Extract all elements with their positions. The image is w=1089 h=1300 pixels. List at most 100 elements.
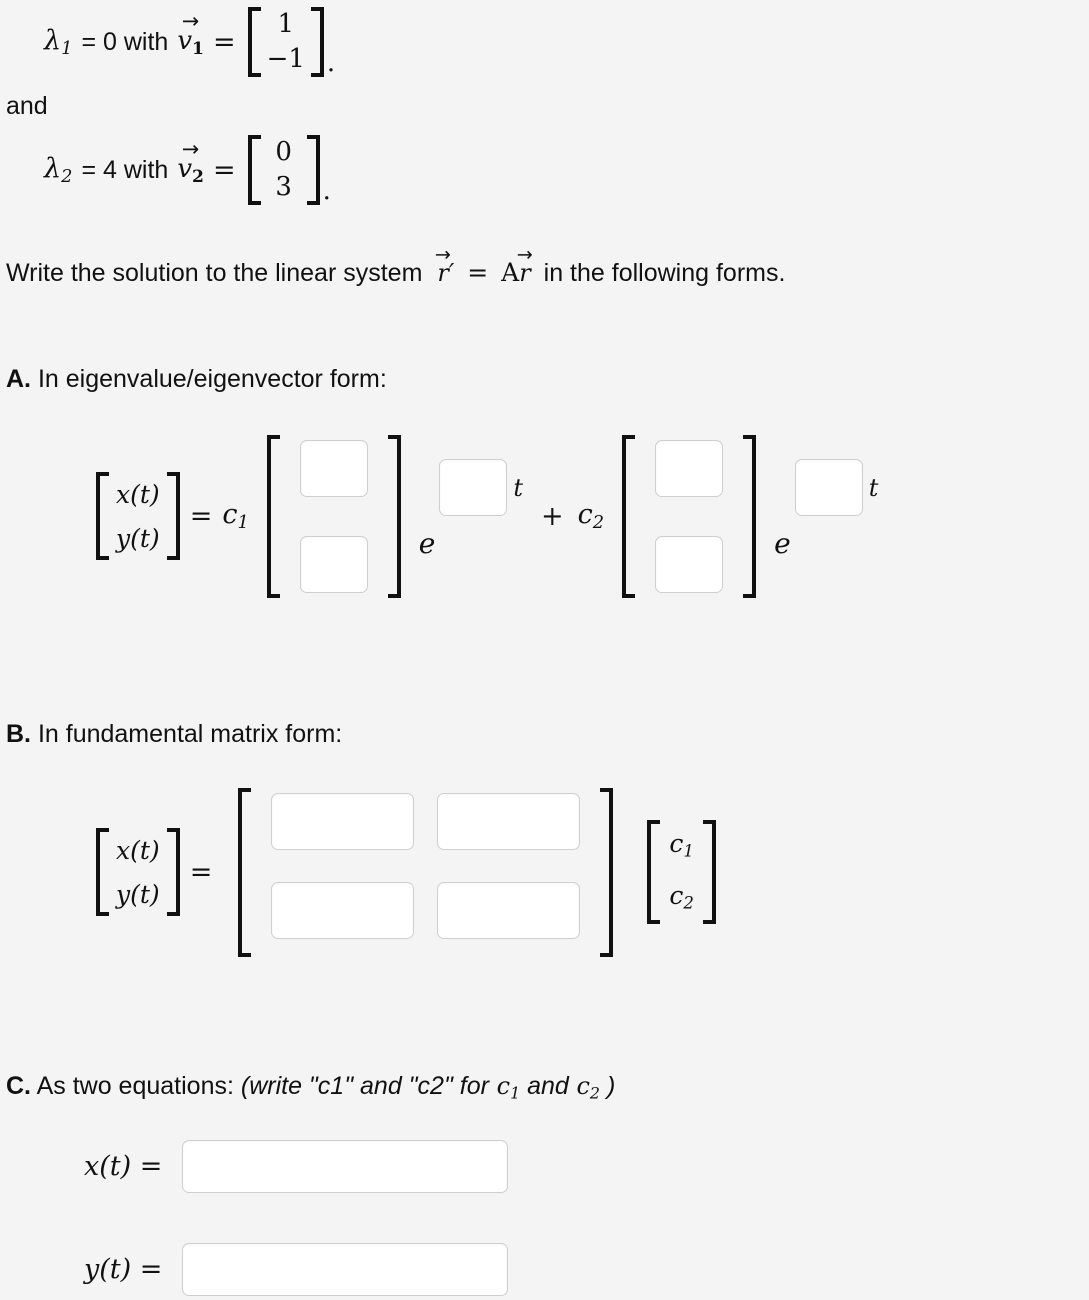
- equation-y-label: y(t) =: [84, 1254, 163, 1285]
- exponent2-t-variable: t: [868, 473, 879, 502]
- vector-arrow-icon: →: [181, 8, 199, 33]
- bracket-left-icon: [238, 787, 252, 957]
- section-c-c1-sub: 1: [510, 1083, 521, 1103]
- e-base-letter-1: e: [418, 527, 436, 560]
- eigen-equals-2: =: [212, 154, 236, 186]
- eigen-equals-1: =: [212, 26, 236, 58]
- section-c-close-paren: ): [600, 1072, 615, 1100]
- matrix-blank-r1c1[interactable]: [271, 792, 415, 850]
- eigenvector-blank-column-1: [266, 434, 401, 598]
- vector2-blank-bottom[interactable]: [655, 535, 724, 593]
- prompt-equals: =: [467, 258, 489, 287]
- section-a-plus: +: [541, 500, 564, 532]
- section-b-equals: =: [189, 856, 213, 888]
- eigenvalue-index-1: 1: [61, 37, 73, 59]
- bracket-right-icon: [166, 472, 180, 560]
- bracket-left-icon: [96, 828, 109, 916]
- eigenvector-1-entry-0: 1: [277, 8, 295, 39]
- bracket-left-icon: [96, 472, 109, 560]
- bracket-right-icon: [306, 135, 320, 205]
- exponential-term-1: e t: [419, 456, 523, 576]
- vector-arrow-icon: →: [516, 243, 533, 267]
- bracket-right-icon: [387, 434, 401, 598]
- equation-x-label: x(t) =: [84, 1151, 163, 1182]
- eigenvalue-list: λ1 = 0 with → v1 = 1 −1 . and λ2 = 4 with…: [0, 0, 1089, 212]
- constant-c1-letter: c: [669, 829, 684, 859]
- exponential-term-2: e t: [774, 456, 878, 576]
- eigenvector-blank-column-2: [622, 434, 757, 598]
- equation-x-input[interactable]: [182, 1140, 508, 1193]
- eigenvector-1-entry-1: −1: [266, 43, 305, 74]
- equation-row-y: y(t) =: [84, 1243, 508, 1296]
- constant-c1-sub: 1: [683, 842, 694, 862]
- exponent-group-2: t: [794, 459, 879, 516]
- bracket-right-icon: [310, 7, 324, 77]
- eigenvector-column-1: 1 −1: [247, 7, 324, 77]
- vector-arrow-icon: →: [181, 136, 199, 161]
- fundamental-matrix-blanks: [238, 787, 614, 957]
- bracket-left-icon: [247, 135, 261, 205]
- constant-c2-sub: 2: [683, 894, 694, 914]
- section-c-and-word: and: [527, 1072, 569, 1100]
- section-c-letter: C.: [6, 1072, 31, 1100]
- section-c-title: As two equations:: [36, 1072, 234, 1100]
- section-a-letter: A.: [6, 365, 31, 393]
- matrix-blank-r1c2[interactable]: [437, 792, 581, 850]
- prompt-vector-r-rhs: → r: [516, 243, 533, 287]
- section-c-c2-letter: c: [576, 1072, 590, 1100]
- eigen-equation-2: = 4 with: [81, 155, 169, 184]
- bracket-left-icon: [266, 434, 280, 598]
- section-a-equals: =: [189, 500, 213, 532]
- section-c-and: and: [520, 1072, 569, 1100]
- section-a-title: In eigenvalue/eigenvector form:: [37, 365, 387, 393]
- section-c-c1-letter: c: [496, 1072, 511, 1100]
- eigenvector-index-2: 2: [192, 166, 204, 187]
- constant-c1: c1: [669, 831, 694, 860]
- exponent1-blank[interactable]: [439, 459, 508, 516]
- xy-entry-y-a: y(t): [116, 523, 160, 553]
- xy-column-vector-b: x(t) y(t): [96, 828, 180, 916]
- section-c-c2: c2: [569, 1072, 600, 1103]
- equation-y-input[interactable]: [182, 1243, 508, 1296]
- eigenvector-column-2: 0 3: [247, 135, 320, 205]
- equation-row-x: x(t) =: [84, 1140, 508, 1193]
- eigen-line-1: λ1 = 0 with → v1 = 1 −1 .: [0, 0, 1089, 84]
- xy-column-vector-a: x(t) y(t): [96, 472, 180, 560]
- eigenvector-2-entry-0: 0: [275, 136, 292, 167]
- problem-prompt: Write the solution to the linear system …: [6, 243, 786, 288]
- section-c-instruction: (write "c1" and "c2" for: [240, 1072, 489, 1100]
- exponent1-t-variable: t: [513, 473, 524, 502]
- section-c-c2-sub: 2: [589, 1083, 600, 1103]
- eigenvalue-label-2: λ2: [44, 153, 73, 187]
- bracket-left-icon: [647, 820, 661, 924]
- eigen-period-1: .: [326, 48, 336, 78]
- coefficient-c2-letter: c: [577, 499, 593, 530]
- matrix-blank-r2c1[interactable]: [271, 882, 415, 939]
- vector2-blank-top[interactable]: [655, 439, 724, 497]
- eigen-equation-1: = 0 with: [81, 27, 169, 56]
- eigenvector-index-1: 1: [192, 38, 204, 59]
- section-a-equation-row: x(t) y(t) = c1 e t + c2 e t: [96, 432, 878, 600]
- constant-c2-letter: c: [669, 881, 684, 911]
- xy-entry-x-a: x(t): [116, 479, 160, 509]
- section-b-equation-row: x(t) y(t) = c1 c2: [96, 786, 716, 958]
- vector1-blank-top[interactable]: [299, 439, 368, 497]
- exponent-group-1: t: [439, 459, 523, 516]
- prompt-vector-r: → r: [434, 243, 451, 287]
- coefficient-c1-label: c1: [222, 499, 248, 533]
- section-c-heading: C. As two equations: (write "c1" and "c2…: [6, 1072, 615, 1102]
- matrix-blank-r2c2[interactable]: [437, 882, 581, 939]
- bracket-right-icon: [600, 787, 614, 957]
- vector1-blank-bottom[interactable]: [299, 535, 368, 593]
- bracket-left-icon: [622, 434, 636, 598]
- constant-c2: c2: [669, 883, 694, 912]
- section-b-title: In fundamental matrix form:: [37, 720, 343, 748]
- vector-arrow-icon: →: [434, 243, 451, 267]
- prompt-text-after: in the following forms.: [543, 259, 786, 287]
- exponent2-blank[interactable]: [794, 459, 863, 516]
- bracket-right-icon: [743, 434, 757, 598]
- section-b-heading: B. In fundamental matrix form:: [6, 720, 342, 749]
- coefficient-c1-sub: 1: [237, 511, 249, 533]
- section-c-c1: c1: [489, 1072, 521, 1103]
- eigen-period-2: .: [322, 176, 331, 206]
